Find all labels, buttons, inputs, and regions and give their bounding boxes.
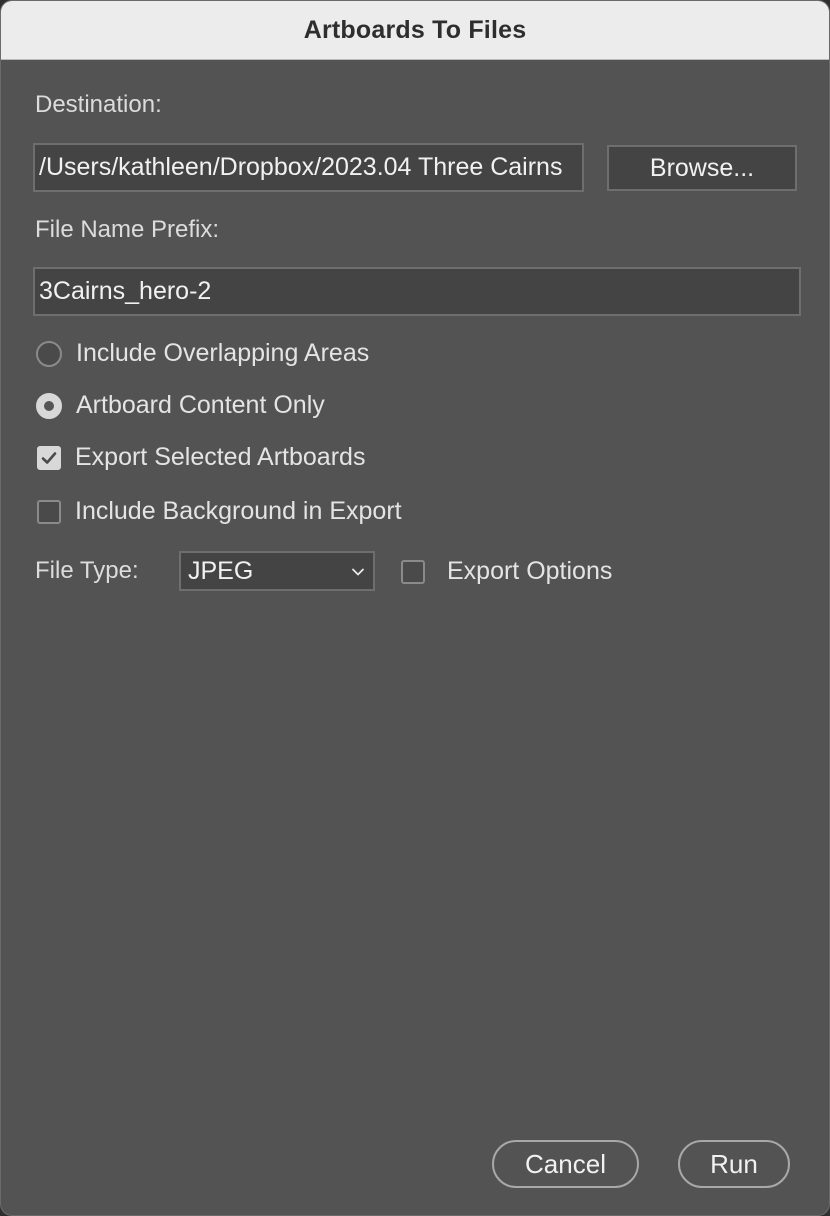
radio-button-selected[interactable] [36, 392, 62, 419]
checkmark-icon [41, 451, 57, 464]
include-background-checkbox[interactable]: Include Background in Export [37, 497, 402, 526]
file-type-label: File Type: [35, 557, 139, 584]
cancel-button-label: Cancel [525, 1148, 606, 1179]
export-options-label: Export Options [447, 557, 613, 585]
artboard-content-only-radio[interactable]: Artboard Content Only [36, 391, 325, 420]
export-selected-label: Export Selected Artboards [75, 443, 366, 471]
cancel-button[interactable]: Cancel [492, 1140, 639, 1188]
destination-label: Destination: [35, 91, 162, 118]
radio-button-unselected[interactable] [36, 340, 62, 367]
prefix-label: File Name Prefix: [35, 216, 220, 243]
artboard-content-only-label: Artboard Content Only [76, 391, 325, 419]
browse-button-label: Browse... [649, 153, 755, 182]
file-type-dropdown[interactable]: JPEG [179, 551, 375, 591]
artboards-to-files-dialog: Artboards To Files Destination: /Users/k… [0, 0, 830, 1216]
run-button-label: Run [710, 1148, 758, 1179]
include-background-label: Include Background in Export [75, 497, 402, 525]
export-options-checkbox[interactable]: Export Options [401, 557, 612, 586]
export-selected-checkbox[interactable]: Export Selected Artboards [37, 443, 365, 472]
destination-field[interactable]: /Users/kathleen/Dropbox/2023.04 Three Ca… [33, 143, 584, 192]
checkbox-unchecked[interactable] [37, 499, 61, 524]
title-bar[interactable]: Artboards To Files [1, 1, 829, 60]
include-overlapping-label: Include Overlapping Areas [76, 339, 370, 367]
run-button[interactable]: Run [678, 1140, 790, 1188]
file-type-selected-value: JPEG [188, 556, 254, 585]
checkbox-unchecked[interactable] [401, 559, 425, 584]
dialog-title: Artboards To Files [303, 15, 527, 44]
checkbox-checked[interactable] [37, 445, 61, 470]
browse-button[interactable]: Browse... [607, 145, 797, 191]
file-name-prefix-field[interactable]: 3Cairns_hero-2 [33, 267, 801, 316]
include-overlapping-radio[interactable]: Include Overlapping Areas [36, 339, 369, 368]
chevron-down-icon [352, 568, 364, 576]
